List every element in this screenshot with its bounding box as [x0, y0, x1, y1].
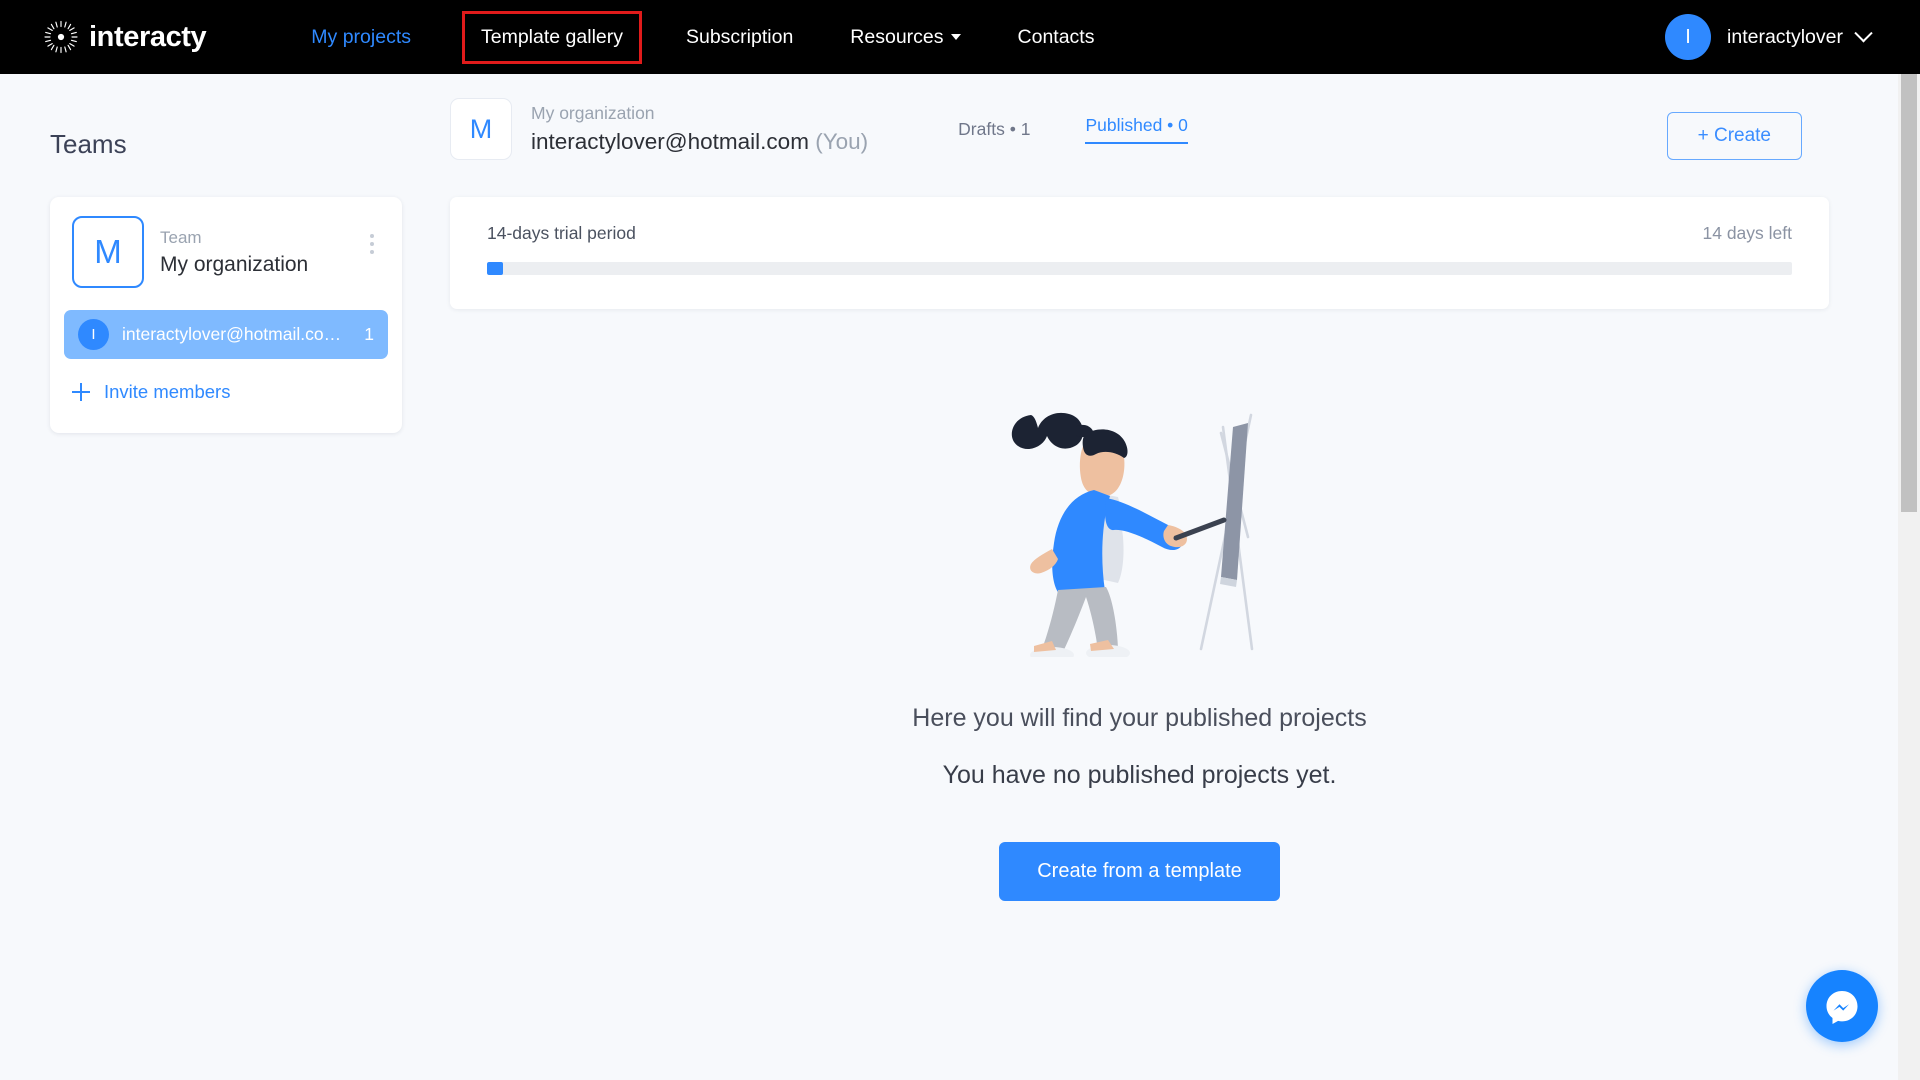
- teams-sidebar: Teams M Team My organization I interacty…: [50, 74, 402, 433]
- team-logo: M: [72, 216, 144, 288]
- top-navigation-bar: interacty My projects Template gallery S…: [0, 0, 1920, 74]
- primary-nav-links: My projects Template gallery Subscriptio…: [311, 10, 1151, 64]
- nav-contacts[interactable]: Contacts: [1018, 16, 1095, 59]
- tab-drafts[interactable]: Drafts • 1: [958, 119, 1030, 140]
- organization-header: M My organization interactylover@hotmail…: [450, 98, 1892, 160]
- organization-you-suffix: (You): [815, 129, 869, 155]
- team-name: My organization: [160, 252, 309, 276]
- nav-my-projects[interactable]: My projects: [311, 16, 411, 59]
- organization-logo: M: [450, 98, 512, 160]
- member-email: interactylover@hotmail.com…: [122, 324, 355, 344]
- avatar: I: [1665, 14, 1712, 60]
- radial-burst-logo-icon: [44, 20, 78, 54]
- invite-members-button[interactable]: Invite members: [72, 381, 402, 403]
- main-content: M My organization interactylover@hotmail…: [450, 74, 1892, 901]
- create-from-template-button[interactable]: Create from a template: [999, 842, 1280, 901]
- empty-state-line-1: Here you will find your published projec…: [912, 704, 1367, 732]
- nav-resources[interactable]: Resources: [850, 16, 961, 59]
- user-menu[interactable]: I interactylover: [1665, 0, 1873, 74]
- user-name: interactylover: [1727, 25, 1843, 48]
- organization-label: My organization: [531, 103, 655, 124]
- chevron-down-icon: [1854, 23, 1873, 42]
- invite-members-label: Invite members: [104, 381, 231, 402]
- team-header-row[interactable]: M Team My organization: [50, 216, 402, 288]
- trial-days-left: 14 days left: [1702, 223, 1793, 243]
- team-label: Team: [160, 228, 202, 248]
- trial-progress-fill: [487, 262, 503, 275]
- facebook-messenger-button[interactable]: [1806, 970, 1878, 1042]
- organization-email-text: interactylover@hotmail.com: [531, 129, 809, 155]
- woman-painting-at-easel-illustration: [990, 397, 1290, 663]
- facebook-messenger-icon: [1826, 991, 1858, 1024]
- nav-template-gallery[interactable]: Template gallery: [462, 10, 642, 64]
- list-item[interactable]: I interactylover@hotmail.com… 1: [64, 310, 388, 359]
- brand-name: interacty: [89, 20, 207, 53]
- empty-state-line-2: You have no published projects yet.: [942, 761, 1337, 789]
- team-card: M Team My organization I interactylover@…: [50, 197, 402, 433]
- create-button[interactable]: + Create: [1666, 112, 1802, 160]
- tab-published[interactable]: Published • 0: [1085, 115, 1188, 144]
- avatar: I: [78, 319, 109, 350]
- trial-label: 14-days trial period: [487, 223, 636, 243]
- project-filter-tabs: Drafts • 1 Published • 0: [958, 115, 1243, 144]
- chevron-down-icon: [950, 33, 961, 40]
- brand-logo[interactable]: interacty: [44, 20, 207, 54]
- page-title: Teams: [50, 129, 127, 159]
- trial-period-card: 14-days trial period 14 days left: [450, 197, 1829, 309]
- member-count: 1: [364, 324, 374, 344]
- nav-resources-label: Resources: [850, 25, 944, 48]
- empty-state: Here you will find your published projec…: [450, 397, 1829, 901]
- plus-icon: [72, 383, 90, 401]
- scrollbar-thumb[interactable]: [1901, 74, 1917, 512]
- organization-email: interactylover@hotmail.com (You): [531, 126, 868, 158]
- trial-progress-bar: [487, 262, 1792, 275]
- page-scrollbar[interactable]: [1898, 74, 1920, 1080]
- nav-subscription[interactable]: Subscription: [686, 16, 793, 59]
- kebab-menu-icon[interactable]: [364, 228, 380, 260]
